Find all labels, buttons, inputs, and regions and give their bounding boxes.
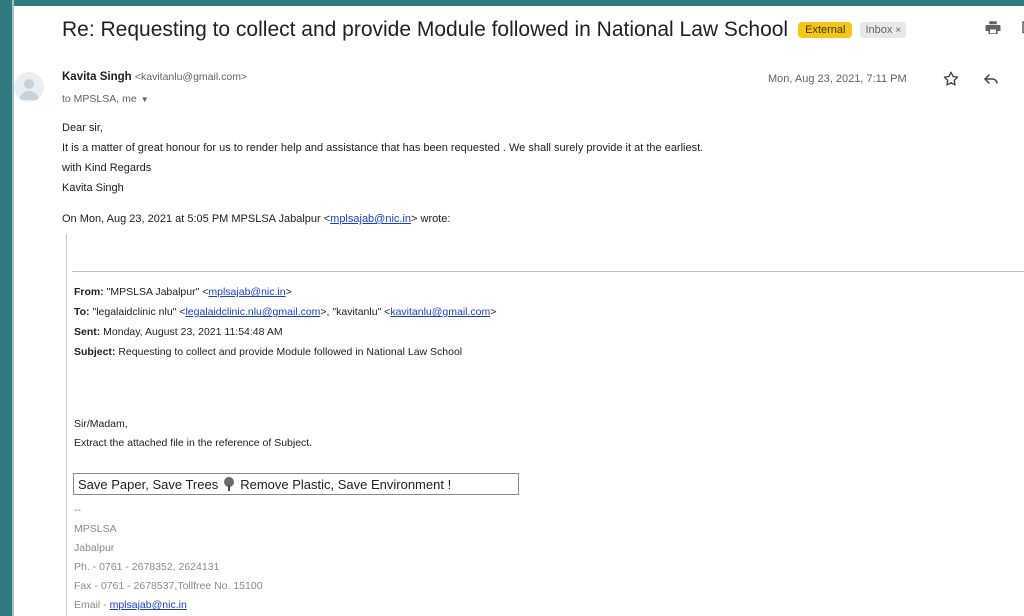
- quoted-from: From: "MPSLSA Jabalpur" <mplsajab@nic.in…: [74, 282, 496, 302]
- quoted-from-label: From:: [74, 286, 104, 298]
- quoted-sent: Sent: Monday, August 23, 2021 11:54:48 A…: [74, 322, 496, 342]
- quoted-sent-label: Sent:: [74, 326, 101, 338]
- quote-bar: [66, 234, 67, 616]
- quote-attribution: On Mon, Aug 23, 2021 at 5:05 PM MPSLSA J…: [62, 213, 450, 225]
- quoted-from-email-link[interactable]: mplsajab@nic.in: [208, 286, 285, 298]
- quoted-from-end: >: [285, 286, 292, 298]
- window-frame-left-inner: [12, 0, 14, 616]
- email-body: Dear sir, It is a matter of great honour…: [62, 118, 703, 198]
- quote-attribution-suffix: > wrote:: [411, 213, 451, 225]
- recipients-row: to MPSLSA, me ▼: [62, 93, 149, 105]
- tree-icon: [224, 477, 235, 491]
- quoted-to-end: >: [490, 306, 497, 318]
- quoted-from-name: "MPSLSA Jabalpur" <: [103, 286, 209, 298]
- sender-name[interactable]: Kavita Singh: [62, 71, 132, 83]
- quoted-to-name-1: "legalaidclinic nlu" <: [89, 306, 186, 318]
- quoted-to-email-link-2[interactable]: kavitanlu@gmail.com: [390, 306, 490, 318]
- person-icon: [19, 79, 39, 100]
- print-icon: [985, 21, 1001, 34]
- quoted-subject: Subject: Requesting to collect and provi…: [74, 342, 496, 362]
- quoted-subject-value: Requesting to collect and provide Module…: [115, 346, 463, 358]
- star-button[interactable]: [940, 68, 962, 90]
- body-line: Kavita Singh: [62, 182, 124, 194]
- open-in-new-window-icon: [1022, 21, 1024, 34]
- top-actions: [982, 17, 1024, 39]
- sender-email: <kavitanlu@gmail.com>: [134, 71, 248, 83]
- quoted-instruction: Extract the attached file in the referen…: [74, 437, 313, 449]
- reply-icon: [983, 73, 998, 85]
- slogan-left: Save Paper, Save Trees: [78, 476, 219, 492]
- quote-divider: [72, 271, 1024, 272]
- signature-org: MPSLSA: [74, 523, 117, 535]
- print-button[interactable]: [982, 17, 1004, 39]
- open-in-new-window-button[interactable]: [1018, 17, 1024, 39]
- window-frame-top: [0, 0, 1024, 6]
- attribution-email-link[interactable]: mplsajab@nic.in: [330, 213, 411, 225]
- quoted-subject-label: Subject:: [74, 346, 116, 358]
- signature-email-label: Email -: [74, 599, 110, 611]
- external-label: External: [798, 22, 853, 38]
- remove-label-icon[interactable]: ×: [895, 25, 901, 36]
- quoted-sent-value: Monday, August 23, 2021 11:54:48 AM: [100, 326, 283, 338]
- quoted-to-label: To:: [74, 306, 90, 318]
- quote-attribution-prefix: On Mon, Aug 23, 2021 at 5:05 PM MPSLSA J…: [62, 213, 331, 225]
- signature-fax: Fax - 0761 - 2678537,Tollfree No. 15100: [74, 580, 263, 592]
- inbox-label[interactable]: Inbox ×: [860, 22, 907, 38]
- body-line: Dear sir,: [62, 122, 103, 134]
- signature-email-link[interactable]: mplsajab@nic.in: [110, 599, 187, 611]
- email-date: Mon, Aug 23, 2021, 7:11 PM: [768, 73, 907, 85]
- star-icon: [943, 71, 959, 86]
- window-frame-left: [0, 0, 12, 616]
- quoted-headers: From: "MPSLSA Jabalpur" <mplsajab@nic.in…: [74, 282, 496, 362]
- subject-row: Re: Requesting to collect and provide Mo…: [62, 14, 907, 46]
- signature-phone: Ph. - 0761 - 2678352, 2624131: [74, 561, 220, 573]
- quoted-body: Sir/Madam, Extract the attached file in …: [74, 415, 312, 453]
- signature-city: Jabalpur: [74, 542, 115, 554]
- show-details-icon[interactable]: ▼: [141, 95, 149, 104]
- quoted-salutation: Sir/Madam,: [74, 418, 128, 430]
- signature: -- MPSLSA Jabalpur Ph. - 0761 - 2678352,…: [74, 501, 263, 615]
- signature-email: Email - mplsajab@nic.in: [74, 596, 263, 615]
- body-line: with Kind Regards: [62, 162, 152, 174]
- quoted-to-name-2: >, "kavitanlu" <: [320, 306, 391, 318]
- inbox-label-text: Inbox: [865, 24, 893, 36]
- body-line: It is a matter of great honour for us to…: [62, 142, 704, 154]
- reply-button[interactable]: [980, 68, 1002, 90]
- slogan-box: Save Paper, Save Trees Remove Plastic, S…: [73, 473, 519, 495]
- signature-dash: --: [74, 504, 81, 516]
- recipients-text: to MPSLSA, me: [62, 93, 137, 105]
- email-subject: Re: Requesting to collect and provide Mo…: [62, 18, 789, 41]
- slogan-right: Remove Plastic, Save Environment !: [240, 476, 452, 492]
- quoted-to-email-link-1[interactable]: legalaidclinic.nlu@gmail.com: [185, 306, 320, 318]
- quoted-to: To: "legalaidclinic nlu" <legalaidclinic…: [74, 302, 496, 322]
- sender-avatar: [14, 72, 44, 102]
- sender-row: Kavita Singh <kavitanlu@gmail.com>: [62, 71, 247, 83]
